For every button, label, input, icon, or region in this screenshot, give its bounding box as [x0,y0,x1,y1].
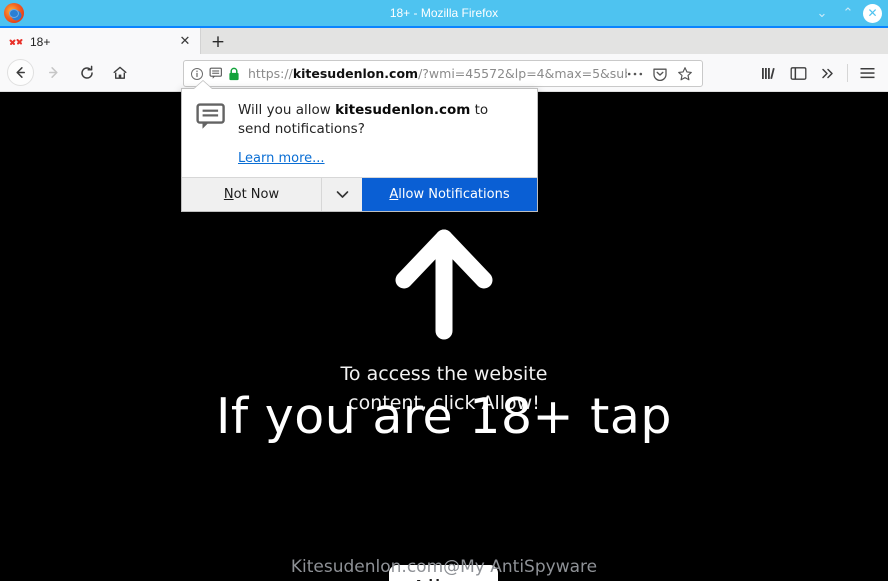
popup-question-host: kitesudenlon.com [335,102,471,118]
url-host: kitesudenlon.com [292,66,419,81]
url-text: https://kitesudenlon.com/?wmi=45572&lp=4… [248,66,627,81]
instruction-line-1: To access the website [340,363,548,385]
url-path: /?wmi=45572&lp=4&max=5&sub [418,66,627,81]
maximize-button[interactable]: ⌃ [837,2,859,24]
new-tab-button[interactable]: + [202,28,234,56]
popup-question: Will you allow kitesudenlon.com to send … [238,101,523,139]
window-controls: ⌄ ⌃ ✕ [811,2,882,24]
star-icon[interactable] [677,66,693,82]
popup-pointer [194,81,212,89]
sidebar-icon [790,66,807,80]
minimize-button[interactable]: ⌄ [811,2,833,24]
arrow-right-icon [48,67,58,78]
tab-strip: 18+ ✕ + [0,26,888,56]
browser-tab[interactable]: 18+ ✕ [0,28,201,56]
window-title: 18+ - Mozilla Firefox [389,6,499,20]
speech-bubble-icon [196,103,226,167]
identity-icons [190,67,240,81]
allow-accesskey: A [389,187,399,202]
allow-notifications-button[interactable]: Allow Notifications [362,178,537,211]
reload-button[interactable] [72,59,102,87]
library-icon [762,67,775,79]
padlock-icon[interactable] [228,67,240,81]
toolbar-right-buttons [755,56,888,90]
window-titlebar: 18+ - Mozilla Firefox ⌄ ⌃ ✕ [0,0,888,26]
info-circle-icon[interactable] [190,67,204,81]
pocket-icon[interactable] [652,66,668,82]
home-icon [113,66,127,79]
popup-dropdown-button[interactable] [322,178,362,211]
arrow-up-graphic [0,228,888,343]
overflow-button[interactable] [813,59,842,87]
firefox-logo [4,3,24,23]
double-chevron-right-icon [821,68,833,78]
close-button[interactable]: ✕ [863,3,882,23]
tab-close-button[interactable]: ✕ [176,33,194,51]
popup-text-column: Will you allow kitesudenlon.com to send … [238,101,523,167]
ellipsis-icon[interactable] [627,71,643,77]
popup-question-prefix: Will you allow [238,102,336,118]
arrow-left-icon [16,67,25,78]
home-button[interactable] [105,59,135,87]
broken-link-icon [9,35,23,49]
toolbar-divider [847,64,848,82]
notification-permission-icon[interactable] [209,67,223,80]
sidebar-button[interactable] [784,59,813,87]
notification-permission-popup: Will you allow kitesudenlon.com to send … [181,81,538,212]
not-now-accesskey: N [223,187,234,202]
not-now-label: ot Now [233,187,280,202]
arrow-up-icon [395,229,493,340]
app-menu-button[interactable] [853,59,882,87]
popup-footer: Not Now Allow Notifications [182,177,537,211]
urlbar-actions [627,66,693,82]
url-bar[interactable]: https://kitesudenlon.com/?wmi=45572&lp=4… [183,60,703,87]
tab-title: 18+ [30,35,51,49]
url-scheme: https:// [248,66,293,81]
page-headline: If you are 18+ tap [215,388,673,445]
chevron-down-icon [336,191,348,198]
back-button[interactable] [7,59,34,86]
popup-body: Will you allow kitesudenlon.com to send … [182,89,537,177]
not-now-button[interactable]: Not Now [182,178,322,211]
library-button[interactable] [755,59,784,87]
footer-watermark: Kitesudenlon.com@My AntiSpyware [290,557,598,577]
reload-icon [81,65,93,79]
learn-more-link[interactable]: Learn more... [238,151,325,166]
allow-notifications-label: llow Notifications [398,187,510,202]
hamburger-menu-icon [860,68,875,79]
forward-button[interactable] [38,59,68,87]
